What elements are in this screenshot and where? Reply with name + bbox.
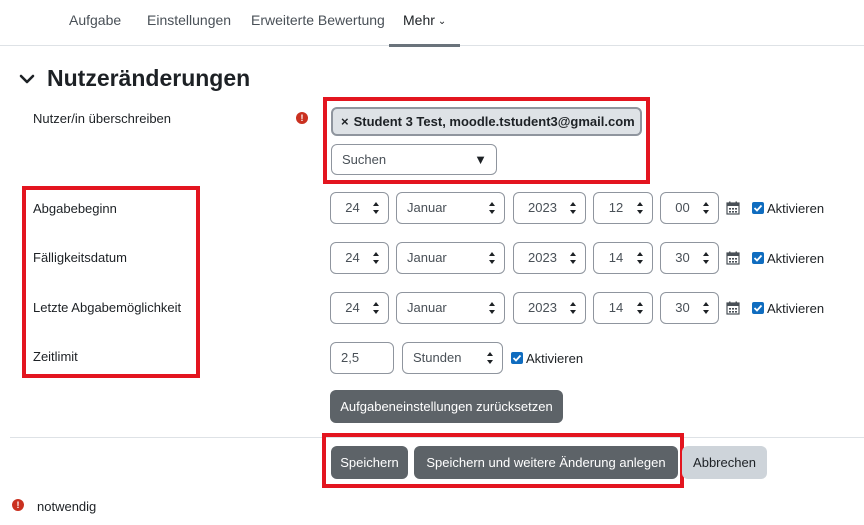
tab-mehr-label: Mehr — [403, 12, 435, 28]
active-tab-indicator — [389, 44, 460, 47]
due-month-select[interactable]: Januar — [396, 242, 505, 274]
dropdown-triangle-icon[interactable]: ▼ — [474, 145, 487, 174]
select-arrows-icon — [570, 302, 577, 314]
start-minute-value: 00 — [675, 200, 690, 215]
start-year-select[interactable]: 2023 — [513, 192, 586, 224]
cutoff-day-value: 24 — [345, 300, 360, 315]
chevron-down-icon: ⌄ — [437, 16, 447, 27]
remove-chip-icon[interactable]: × — [341, 114, 349, 129]
due-year-select[interactable]: 2023 — [513, 242, 586, 274]
checkmark-icon — [512, 354, 522, 362]
start-enable-checkbox[interactable] — [752, 202, 764, 214]
start-minute-select[interactable]: 00 — [660, 192, 719, 224]
required-icon: ! — [12, 499, 24, 511]
user-search-input[interactable]: Suchen ▼ — [331, 144, 497, 175]
cutoff-hour-value: 14 — [608, 300, 624, 315]
time-limit-unit-select[interactable]: Stunden — [402, 342, 503, 374]
save-button[interactable]: Speichern — [331, 446, 408, 479]
checkmark-icon — [753, 254, 763, 262]
start-day-select[interactable]: 24 — [330, 192, 389, 224]
due-hour-value: 14 — [608, 250, 624, 265]
due-enable-label: Aktivieren — [767, 251, 825, 266]
due-hour-select[interactable]: 14 — [593, 242, 653, 274]
start-day-value: 24 — [345, 200, 360, 215]
cutoff-enable-label: Aktivieren — [767, 301, 825, 316]
time-limit-unit-value: Stunden — [413, 350, 462, 365]
section-title: Nutzeränderungen — [47, 65, 251, 91]
selected-user-chip[interactable]: × Student 3 Test, moodle.tstudent3@gmail.… — [331, 107, 642, 136]
select-arrows-icon — [489, 302, 496, 314]
user-override-label: Nutzer/in überschreiben — [33, 111, 172, 126]
select-arrows-icon — [570, 202, 577, 214]
start-hour-select[interactable]: 12 — [593, 192, 653, 224]
due-month-value: Januar — [407, 250, 447, 265]
due-enable-checkbox[interactable] — [752, 252, 764, 264]
select-arrows-icon — [570, 252, 577, 264]
start-hour-value: 12 — [608, 200, 624, 215]
due-day-value: 24 — [345, 250, 360, 265]
tab-einstellungen[interactable]: Einstellungen — [147, 12, 231, 28]
user-search-placeholder: Suchen — [342, 152, 387, 167]
select-arrows-icon — [489, 252, 496, 264]
collapse-chevron-icon[interactable] — [18, 70, 36, 88]
required-icon: ! — [296, 112, 308, 124]
select-arrows-icon — [703, 202, 710, 214]
select-arrows-icon — [373, 302, 380, 314]
cancel-button[interactable]: Abbrechen — [682, 446, 767, 479]
select-arrows-icon — [637, 302, 644, 314]
checkmark-icon — [753, 204, 763, 212]
due-minute-select[interactable]: 30 — [660, 242, 719, 274]
select-arrows-icon — [703, 302, 710, 314]
due-minute-value: 30 — [675, 250, 690, 265]
time-limit-input[interactable]: 2,5 — [330, 342, 394, 374]
cutoff-hour-select[interactable]: 14 — [593, 292, 653, 324]
select-arrows-icon — [487, 352, 494, 364]
select-arrows-icon — [637, 252, 644, 264]
time-limit-label: Zeitlimit — [33, 349, 78, 364]
cutoff-enable-checkbox[interactable] — [752, 302, 764, 314]
start-year-value: 2023 — [528, 200, 557, 215]
select-arrows-icon — [489, 202, 496, 214]
time-limit-value: 2,5 — [341, 350, 360, 365]
calendar-icon[interactable] — [726, 251, 740, 265]
select-arrows-icon — [373, 202, 380, 214]
tab-aufgabe[interactable]: Aufgabe — [69, 12, 121, 28]
select-arrows-icon — [637, 202, 644, 214]
calendar-icon[interactable] — [726, 301, 740, 315]
select-arrows-icon — [373, 252, 380, 264]
cutoff-date-label: Letzte Abgabemöglichkeit — [33, 300, 182, 315]
time-limit-enable-checkbox[interactable] — [511, 352, 523, 364]
select-arrows-icon — [703, 252, 710, 264]
checkmark-icon — [753, 304, 763, 312]
start-enable-label: Aktivieren — [767, 201, 825, 216]
due-year-value: 2023 — [528, 250, 557, 265]
calendar-icon[interactable] — [726, 201, 740, 215]
reset-settings-button[interactable]: Aufgabeneinstellungen zurücksetzen — [330, 390, 563, 423]
cutoff-minute-value: 30 — [675, 300, 690, 315]
cutoff-day-select[interactable]: 24 — [330, 292, 389, 324]
due-date-label: Fälligkeitsdatum — [33, 250, 127, 265]
start-month-select[interactable]: Januar — [396, 192, 505, 224]
required-legend: notwendig — [37, 499, 97, 514]
cutoff-month-select[interactable]: Januar — [396, 292, 505, 324]
save-and-add-button[interactable]: Speichern und weitere Änderung anlegen — [414, 446, 678, 479]
selected-user-text: Student 3 Test, moodle.tstudent3@gmail.c… — [353, 114, 635, 129]
start-date-label: Abgabebeginn — [33, 201, 117, 216]
cutoff-year-value: 2023 — [528, 300, 557, 315]
due-day-select[interactable]: 24 — [330, 242, 389, 274]
start-month-value: Januar — [407, 200, 447, 215]
cutoff-minute-select[interactable]: 30 — [660, 292, 719, 324]
tab-erweiterte-bewertung[interactable]: Erweiterte Bewertung — [251, 12, 385, 28]
time-limit-enable-label: Aktivieren — [526, 351, 584, 366]
tab-mehr[interactable]: Mehr ⌄ — [403, 12, 446, 28]
cutoff-year-select[interactable]: 2023 — [513, 292, 586, 324]
cutoff-month-value: Januar — [407, 300, 447, 315]
secondary-navigation: Aufgabe Einstellungen Erweiterte Bewertu… — [0, 0, 864, 47]
